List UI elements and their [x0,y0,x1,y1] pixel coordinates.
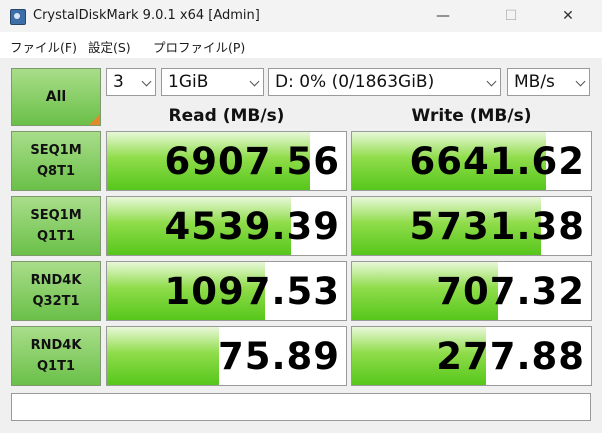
window-title: CrystalDiskMark 9.0.1 x64 [Admin] [33,8,260,23]
write-value: 277.88 [436,335,585,378]
menu-bar: ファイル(F) 設定(S) プロファイル(P) [0,32,602,58]
title-bar: CrystalDiskMark 9.0.1 x64 [Admin] — ☐ ✕ [0,0,602,32]
test-button-seq1m-q1t1[interactable]: SEQ1M Q1T1 [11,196,101,256]
test-label-line2: Q8T1 [36,164,75,179]
status-comment-field[interactable] [11,393,591,421]
read-value: 1097.53 [164,270,340,313]
test-count-select[interactable]: 3 [106,68,156,96]
write-value: 5731.38 [409,205,585,248]
corner-indicator [89,114,100,125]
test-button-seq1m-q8t1[interactable]: SEQ1M Q8T1 [11,131,101,191]
write-result: 6641.62 [351,131,592,191]
write-result: 707.32 [351,261,592,321]
chevron-down-icon [486,76,497,87]
write-value: 707.32 [436,270,585,313]
unit-value: MB/s [514,72,555,92]
test-label-line1: SEQ1M [30,208,82,223]
drive-select[interactable]: D: 0% (0/1863GiB) [268,68,501,96]
chevron-down-icon [575,76,586,87]
read-value: 75.89 [217,335,340,378]
read-result: 4539.39 [106,196,347,256]
read-value: 6907.56 [164,140,340,183]
read-value: 4539.39 [164,205,340,248]
test-label-line1: RND4K [30,338,82,353]
close-icon[interactable]: ✕ [545,0,591,32]
chevron-down-icon [249,76,260,87]
all-button[interactable]: All [11,68,101,126]
read-result: 1097.53 [106,261,347,321]
menu-settings[interactable]: 設定(S) [88,37,131,56]
test-button-rnd4k-q1t1[interactable]: RND4K Q1T1 [11,326,101,386]
test-count-value: 3 [113,72,124,92]
menu-file[interactable]: ファイル(F) [10,37,77,56]
write-value: 6641.62 [409,140,585,183]
test-size-select[interactable]: 1GiB [161,68,264,96]
all-button-label: All [45,89,67,105]
read-bar [107,327,220,385]
test-label-line1: RND4K [30,273,82,288]
maximize-icon[interactable]: ☐ [488,0,534,32]
drive-value: D: 0% (0/1863GiB) [275,72,435,92]
write-header: Write (MB/s) [411,106,532,126]
read-result: 6907.56 [106,131,347,191]
test-label-line2: Q32T1 [32,294,80,309]
read-result: 75.89 [106,326,347,386]
chevron-down-icon [141,76,152,87]
write-result: 277.88 [351,326,592,386]
test-size-value: 1GiB [168,72,209,92]
minimize-icon[interactable]: — [420,0,466,32]
test-label-line2: Q1T1 [36,359,75,374]
menu-profile[interactable]: プロファイル(P) [153,37,245,56]
app-icon [10,9,26,25]
read-header: Read (MB/s) [168,106,285,126]
write-result: 5731.38 [351,196,592,256]
unit-select[interactable]: MB/s [507,68,590,96]
test-label-line2: Q1T1 [36,229,75,244]
test-button-rnd4k-q32t1[interactable]: RND4K Q32T1 [11,261,101,321]
test-label-line1: SEQ1M [30,143,82,158]
